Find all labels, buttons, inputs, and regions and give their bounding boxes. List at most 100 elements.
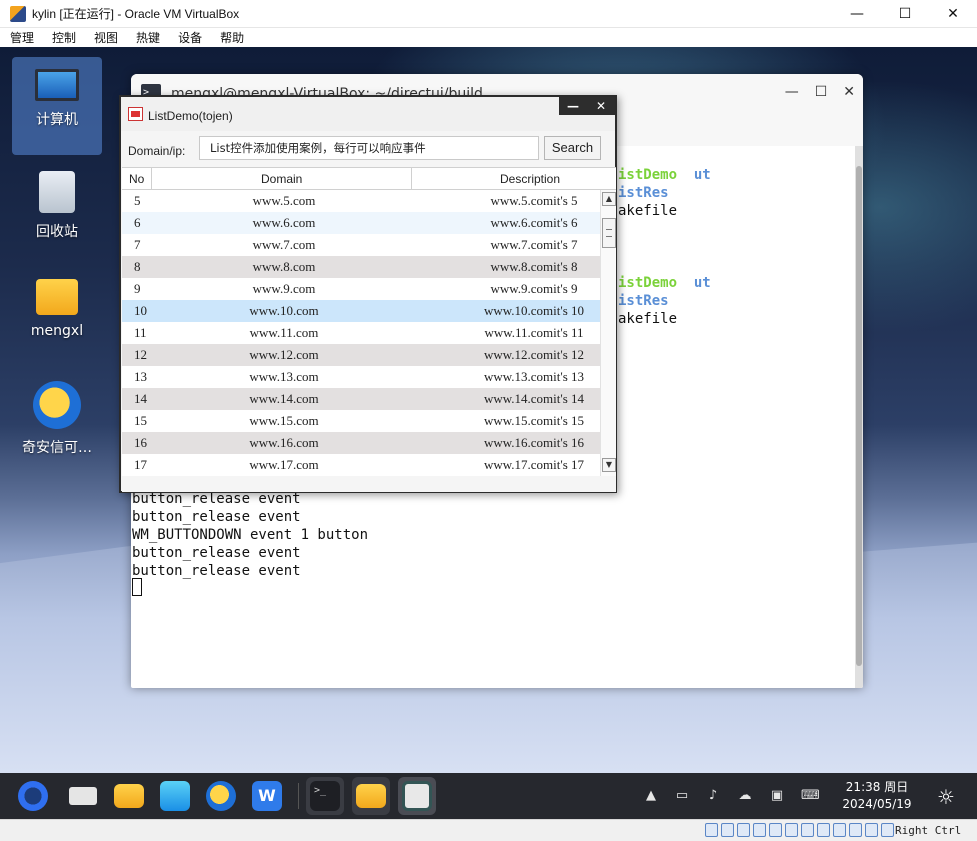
row-description-cell: www.13.comit's 13	[483, 369, 585, 384]
list-scroll-thumb[interactable]	[602, 218, 616, 248]
terminal-minimize-button[interactable]: —	[785, 84, 799, 100]
terminal-close-button[interactable]: ✕	[843, 84, 855, 100]
table-row[interactable]: 6 www.6.com www.6.comit's 6	[122, 212, 600, 234]
taskbar-listdemo-app[interactable]	[398, 777, 436, 815]
scroll-down-arrow-icon[interactable]: ▼	[602, 458, 616, 472]
menu-manage[interactable]: 管理	[0, 29, 42, 46]
multitask-view-button[interactable]	[64, 777, 102, 815]
list-vertical-scrollbar[interactable]: ▲ ▼	[600, 190, 616, 476]
recording-icon[interactable]	[801, 823, 814, 837]
table-row[interactable]: 9 www.9.com www.9.comit's 9	[122, 278, 600, 300]
vbox-window-title: kylin [正在运行] - Oracle VM VirtualBox	[32, 7, 240, 21]
network-cloud-icon[interactable]: ☁	[736, 787, 754, 805]
shared-folder-icon[interactable]	[753, 823, 766, 837]
brightness-settings-icon[interactable]: ☼	[934, 785, 958, 809]
row-description-cell: www.8.comit's 8	[490, 259, 578, 274]
terminal-scrollbar[interactable]	[855, 146, 863, 688]
terminal-partial-line: istRes	[618, 293, 669, 309]
close-button[interactable]: ✕	[929, 0, 977, 28]
column-divider[interactable]	[151, 168, 152, 190]
desktop-icon-recycle-bin[interactable]: 回收站	[12, 171, 102, 241]
terminal-maximize-button[interactable]: ☐	[815, 84, 828, 100]
start-menu-button[interactable]	[14, 777, 52, 815]
clock-time: 21:38 周日	[845, 780, 909, 794]
domain-search-input[interactable]: List控件添加使用案例，每行可以响应事件	[199, 136, 539, 160]
table-row[interactable]: 8 www.8.com www.8.comit's 8	[122, 256, 600, 278]
volume-icon[interactable]: ♪	[704, 787, 722, 805]
row-no-cell: 7	[134, 237, 141, 252]
row-description-cell: www.14.comit's 14	[483, 391, 585, 406]
terminal-icon: >_	[310, 781, 340, 811]
terminal-partial-line: istDemo ut	[618, 167, 711, 183]
search-button[interactable]: Search	[544, 136, 601, 160]
terminal-scroll-thumb[interactable]	[856, 166, 862, 666]
network-icon[interactable]	[769, 823, 782, 837]
row-domain-cell: www.17.com	[249, 457, 319, 472]
table-row[interactable]: 16 www.16.com www.16.comit's 16	[122, 432, 600, 454]
notification-icon[interactable]: ▭	[673, 787, 691, 805]
table-row[interactable]: 7 www.7.com www.7.comit's 7	[122, 234, 600, 256]
domain-list[interactable]: No Domain Description 5 www.5.com www.5.co…	[122, 167, 616, 476]
row-domain-cell: www.7.com	[252, 237, 316, 252]
kylin-start-icon	[18, 781, 48, 811]
desktop-icon-computer[interactable]: 计算机	[12, 57, 102, 155]
vbox-status-bar: Right Ctrl	[0, 819, 977, 841]
terminal-cursor	[132, 578, 142, 596]
column-divider[interactable]	[411, 168, 412, 190]
row-no-cell: 8	[134, 259, 141, 274]
menu-help[interactable]: 帮助	[210, 29, 252, 46]
terminal-line: button_release event	[132, 545, 301, 561]
tray-expand-icon[interactable]: ▲	[642, 787, 660, 805]
taskbar-file-manager[interactable]	[110, 777, 148, 815]
menu-hotkeys[interactable]: 热键	[126, 29, 168, 46]
menu-devices[interactable]: 设备	[168, 29, 210, 46]
keyboard-icon[interactable]: ⌨	[801, 787, 820, 805]
taskbar-wps-office[interactable]: W	[248, 777, 286, 815]
taskbar-software-store[interactable]	[156, 777, 194, 815]
computer-icon	[35, 69, 79, 101]
listdemo-close-button[interactable]: ✕	[587, 97, 615, 115]
table-row[interactable]: 5 www.5.com www.5.comit's 5	[122, 190, 600, 212]
usb-icon[interactable]	[737, 823, 750, 837]
mouse-integration-icon[interactable]	[833, 823, 846, 837]
desktop-icon-label: 计算机	[36, 112, 78, 128]
window-app-icon	[402, 781, 432, 811]
minimize-button[interactable]: —	[833, 0, 881, 28]
taskbar-browser[interactable]	[202, 777, 240, 815]
row-domain-cell: www.12.com	[249, 347, 319, 362]
optical-drive-icon[interactable]	[705, 823, 718, 837]
table-row[interactable]: 12 www.12.com www.12.comit's 12	[122, 344, 600, 366]
row-domain-cell: www.5.com	[252, 193, 316, 208]
keyboard-capture-icon[interactable]	[849, 823, 862, 837]
taskbar-terminal[interactable]: >_	[306, 777, 344, 815]
desktop-icon-home[interactable]: mengxl	[12, 279, 102, 339]
listdemo-window[interactable]: ListDemo(tojen) — ✕ Domain/ip: List控件添加使…	[119, 95, 617, 493]
settings-icon[interactable]	[865, 823, 878, 837]
menu-view[interactable]: 视图	[84, 29, 126, 46]
taskbar-clock[interactable]: 21:38 周日 2024/05/19	[838, 779, 916, 813]
scroll-up-arrow-icon[interactable]: ▲	[602, 192, 616, 206]
column-header-domain[interactable]: Domain	[261, 172, 302, 186]
table-row[interactable]: 10 www.10.com www.10.comit's 10	[122, 300, 600, 322]
table-row[interactable]: 14 www.14.com www.14.comit's 14	[122, 388, 600, 410]
audio-icon[interactable]	[721, 823, 734, 837]
display-icon[interactable]	[785, 823, 798, 837]
listdemo-app-icon	[128, 107, 143, 121]
maximize-button[interactable]: ☐	[881, 0, 929, 28]
menu-control[interactable]: 控制	[42, 29, 84, 46]
table-row[interactable]: 17 www.17.com www.17.comit's 17	[122, 454, 600, 476]
display-icon[interactable]: ▣	[768, 787, 786, 805]
table-row[interactable]: 11 www.11.com www.11.comit's 11	[122, 322, 600, 344]
column-header-no[interactable]: No	[129, 172, 144, 186]
table-row[interactable]: 13 www.13.com www.13.comit's 13	[122, 366, 600, 388]
row-no-cell: 9	[134, 281, 141, 296]
table-row[interactable]: 15 www.15.com www.15.comit's 15	[122, 410, 600, 432]
cpu-icon[interactable]	[817, 823, 830, 837]
column-header-description[interactable]: Description	[500, 172, 560, 186]
taskbar-file-manager-running[interactable]	[352, 777, 390, 815]
listdemo-minimize-button[interactable]: —	[559, 97, 587, 115]
arrow-icon[interactable]	[881, 823, 894, 837]
row-no-cell: 15	[134, 413, 147, 428]
desktop-icon-browser[interactable]: 奇安信可…	[12, 381, 102, 457]
listdemo-titlebar[interactable]: ListDemo(tojen) — ✕	[121, 97, 615, 131]
